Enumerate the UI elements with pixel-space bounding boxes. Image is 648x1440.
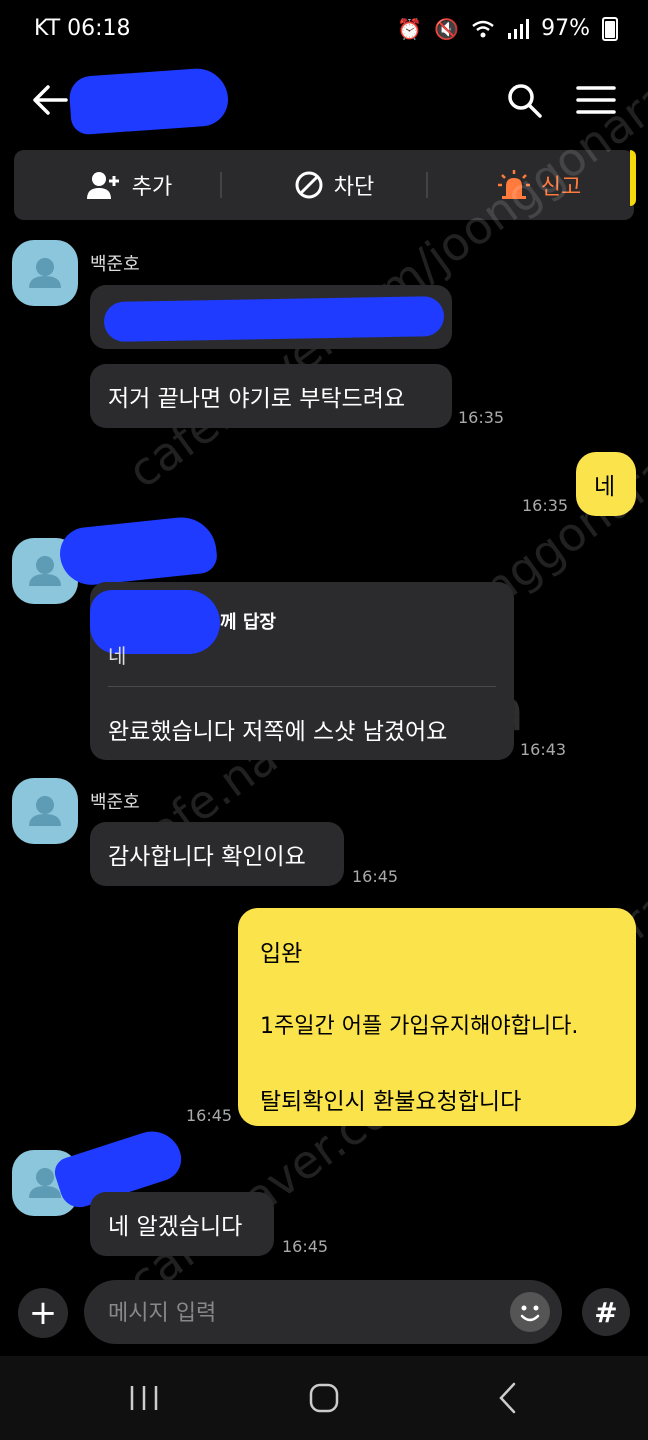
block-button[interactable]: 차단: [244, 150, 424, 220]
message-time: 16:45: [186, 1106, 233, 1125]
avatar[interactable]: [12, 778, 78, 844]
sender-name: 백준호: [90, 254, 140, 275]
attach-plus-button[interactable]: +: [18, 1288, 68, 1338]
wifi-icon: [472, 20, 494, 37]
message-line: 탈퇴확인시 환불요청합니다: [260, 1089, 522, 1115]
avatar[interactable]: [12, 240, 78, 306]
divider: [426, 172, 428, 198]
reply-quote: 네: [108, 644, 127, 668]
status-bar: KT 06:18 ⏰ 🔇 97%: [0, 0, 648, 60]
hashtag-button[interactable]: #: [582, 1288, 630, 1336]
back-arrow-icon: [33, 85, 68, 115]
smiley-icon: [520, 1305, 540, 1322]
message-bubble: 저거 끝나면 야기로 부탁드려요: [90, 364, 452, 428]
message-bubble: 감사합니다 확인이요: [90, 822, 344, 886]
report-label: 신고: [540, 175, 582, 200]
reply-header: 께 답장: [220, 612, 276, 633]
alarm-icon: ⏰: [397, 16, 423, 41]
divider: [220, 172, 222, 198]
message-time: 16:35: [522, 496, 569, 515]
sender-name-redacted: [57, 514, 219, 588]
report-button[interactable]: 신고: [454, 150, 624, 220]
message-bubble-redacted: [90, 285, 452, 349]
add-person-icon: [86, 172, 119, 199]
message-text: 네 알겠습니다: [108, 1214, 243, 1240]
message-text: 완료했습니다 저쪽에 스샷 남겼어요: [108, 719, 448, 745]
message-line: 입완: [260, 941, 303, 967]
back-button[interactable]: [28, 78, 72, 122]
menu-button[interactable]: [574, 78, 618, 122]
message-line: 1주일간 어플 가입유지해야합니다.: [260, 1014, 579, 1039]
block-icon: [295, 171, 323, 199]
message-text: 감사합니다 확인이요: [108, 844, 306, 870]
add-label: 추가: [131, 175, 173, 200]
message-text: 저거 끝나면 야기로 부탁드려요: [108, 386, 406, 412]
status-icons: ⏰ 🔇 97%: [397, 16, 618, 41]
block-label: 차단: [333, 175, 375, 200]
message-time: 16:43: [520, 740, 567, 759]
sender-name: 백준호: [90, 792, 140, 813]
message-input[interactable]: [106, 1280, 490, 1346]
siren-icon: [497, 170, 530, 199]
carrier-time: KT 06:18: [34, 16, 131, 41]
message-input-container: [84, 1280, 562, 1346]
message-time: 16:45: [352, 867, 399, 886]
signal-icon: [508, 18, 530, 39]
hamburger-menu-icon: [576, 86, 616, 114]
message-time: 16:45: [282, 1237, 329, 1256]
hashtag-icon: #: [594, 1295, 618, 1329]
message-text: 네: [594, 474, 616, 500]
my-message-bubble: 입완 1주일간 어플 가입유지해야합니다. 탈퇴확인시 환불요청합니다: [238, 908, 636, 1126]
search-button[interactable]: [502, 78, 546, 122]
message-bubble: 네 알겠습니다: [90, 1192, 274, 1256]
mute-icon: 🔇: [434, 16, 460, 41]
add-friend-button[interactable]: 추가: [44, 150, 214, 220]
system-nav-bar: [0, 1356, 648, 1440]
message-input-bar: + #: [0, 1278, 648, 1348]
chat-title-redacted: [68, 66, 230, 136]
message-time: 16:35: [458, 408, 505, 427]
yellow-edge: [630, 150, 636, 206]
my-message-bubble: 네: [576, 452, 636, 516]
nav-back-button[interactable]: [488, 1378, 528, 1418]
search-icon: [508, 84, 542, 118]
emoji-button[interactable]: [510, 1292, 550, 1332]
chat-header: [0, 60, 648, 140]
battery-icon: [602, 16, 618, 41]
recent-apps-icon: [130, 1386, 158, 1410]
home-button[interactable]: [304, 1378, 344, 1418]
nav-back-icon: [499, 1382, 516, 1414]
plus-icon: +: [28, 1293, 58, 1333]
reply-divider: [108, 686, 496, 687]
recent-apps-button[interactable]: [124, 1378, 164, 1418]
home-icon: [309, 1383, 339, 1413]
battery-percent: 97%: [541, 16, 590, 41]
friend-action-bar: 추가 차단 신고: [14, 150, 634, 220]
redaction: [103, 296, 445, 342]
reply-message-bubble: 께 답장 네 완료했습니다 저쪽에 스샷 남겼어요: [90, 582, 514, 760]
